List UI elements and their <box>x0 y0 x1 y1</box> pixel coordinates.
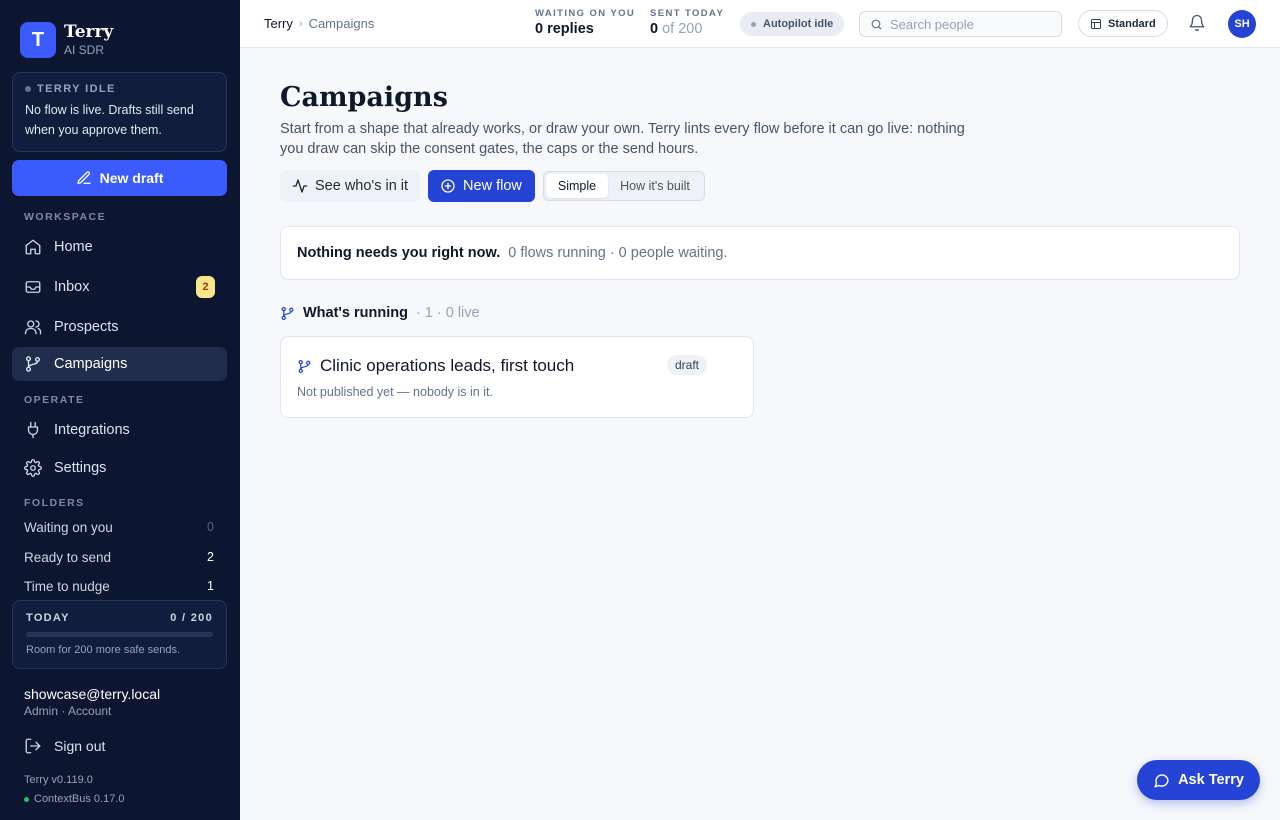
attention-notice: Nothing needs you right now. 0 flows run… <box>280 226 1240 280</box>
brand[interactable]: T Terry AI SDR <box>20 22 113 58</box>
bell-icon <box>1189 14 1205 32</box>
inbox-count-badge: 2 <box>196 276 215 298</box>
account-role: Admin · Account <box>24 704 112 718</box>
new-flow-button[interactable]: New flow <box>428 170 535 202</box>
inbox-icon <box>24 278 42 296</box>
plus-circle-icon <box>441 179 455 193</box>
logout-icon <box>25 738 41 754</box>
pencil-icon <box>76 171 91 184</box>
today-label: TODAY <box>26 612 70 624</box>
brand-name: Terry <box>64 22 114 43</box>
today-note: Room for 200 more safe sends. <box>26 644 181 656</box>
status-dot-icon <box>751 21 756 27</box>
users-icon <box>24 318 42 336</box>
new-draft-button[interactable]: New draft <box>12 160 227 196</box>
sidebar-item-settings[interactable]: Settings <box>12 451 227 485</box>
page-actions: See who's in it New flow Simple How it's… <box>280 170 705 202</box>
sidebar: T Terry AI SDR TERRY IDLE No flow is liv… <box>0 0 240 820</box>
folder-count: 2 <box>207 550 214 564</box>
folder-count: 0 <box>207 520 214 534</box>
flow-status-badge: draft <box>667 355 708 375</box>
status-text: No flow is live. Drafts still send when … <box>25 103 194 137</box>
autopilot-status-pill: Autopilot idle <box>740 12 845 36</box>
brand-logo: T <box>20 22 56 58</box>
notifications-button[interactable] <box>1188 14 1206 37</box>
sign-out-button[interactable]: Sign out <box>24 737 105 755</box>
view-how-its-built-tab[interactable]: How it's built <box>608 174 702 198</box>
search-input[interactable]: Search people <box>859 11 1062 37</box>
agent-status-card: TERRY IDLE No flow is live. Drafts still… <box>12 72 227 152</box>
page-title: Campaigns <box>280 82 448 113</box>
sidebar-item-inbox[interactable]: Inbox 2 <box>12 270 227 304</box>
contextbus-status: ContextBus 0.17.0 <box>24 793 125 805</box>
sent-today-stat: SENT TODAY 0 of 200 <box>650 8 725 37</box>
gear-icon <box>24 459 42 477</box>
account-info[interactable]: showcase@terry.local Admin · Account <box>24 686 160 718</box>
sidebar-item-home[interactable]: Home <box>12 230 227 264</box>
operate-section-label: OPERATE <box>24 394 85 406</box>
sidebar-item-campaigns[interactable]: Campaigns <box>12 347 227 381</box>
git-branch-icon <box>298 359 311 373</box>
send-quota-progress-bar <box>26 632 213 637</box>
layout-icon <box>1091 18 1101 29</box>
today-value: 0 / 200 <box>170 612 213 624</box>
sidebar-item-prospects[interactable]: Prospects <box>12 310 227 344</box>
user-avatar[interactable]: SH <box>1228 10 1256 38</box>
flow-card[interactable]: Clinic operations leads, first touch dra… <box>280 336 754 418</box>
flow-title: Clinic operations leads, first touch <box>320 356 575 375</box>
see-whos-in-it-button[interactable]: See who's in it <box>280 170 421 202</box>
running-count: · 1 · 0 live <box>415 305 480 321</box>
status-title: TERRY IDLE <box>37 83 116 95</box>
account-email: showcase@terry.local <box>24 686 161 702</box>
breadcrumb: Terry › Campaigns <box>264 16 374 31</box>
brand-subtitle: AI SDR <box>64 42 105 57</box>
activity-icon <box>292 179 308 193</box>
daily-send-quota-card: TODAY 0 / 200 Room for 200 more safe sen… <box>12 600 227 669</box>
folder-time-to-nudge[interactable]: Time to nudge 1 <box>24 579 214 594</box>
view-simple-tab[interactable]: Simple <box>545 174 609 198</box>
chevron-right-icon: › <box>298 17 303 30</box>
git-branch-icon <box>24 355 42 373</box>
flow-note: Not published yet — nobody is in it. <box>297 385 493 399</box>
breadcrumb-current: Campaigns <box>308 16 375 31</box>
sidebar-item-integrations[interactable]: Integrations <box>12 413 227 447</box>
search-icon <box>871 19 882 29</box>
workspace-section-label: WORKSPACE <box>24 211 107 223</box>
chat-bubble-icon <box>1154 773 1169 788</box>
status-dot-icon <box>25 86 31 92</box>
folder-waiting-on-you[interactable]: Waiting on you 0 <box>24 520 214 535</box>
page-description: Start from a shape that already works, o… <box>280 121 965 157</box>
folder-count: 1 <box>207 579 214 593</box>
breadcrumb-root[interactable]: Terry <box>264 16 293 31</box>
home-icon <box>24 238 42 256</box>
plug-icon <box>24 421 42 439</box>
view-mode-segmented-control: Simple How it's built <box>542 171 705 201</box>
whats-running-heading: What's running · 1 · 0 live <box>280 305 480 321</box>
notice-headline: Nothing needs you right now. <box>297 245 501 261</box>
git-branch-icon <box>281 306 294 320</box>
ask-terry-button[interactable]: Ask Terry <box>1137 760 1260 800</box>
app-version: Terry v0.119.0 <box>24 774 93 786</box>
top-bar: Terry › Campaigns WAITING ON YOU 0 repli… <box>240 0 1280 48</box>
waiting-on-you-stat: WAITING ON YOU 0 replies <box>535 8 636 37</box>
online-dot-icon <box>24 796 29 802</box>
notice-details: 0 flows running · 0 people waiting. <box>508 245 728 261</box>
folders-section-label: FOLDERS <box>24 497 85 509</box>
mode-toggle-button[interactable]: Standard <box>1078 10 1168 37</box>
folder-ready-to-send[interactable]: Ready to send 2 <box>24 550 214 565</box>
search-placeholder: Search people <box>890 16 974 32</box>
